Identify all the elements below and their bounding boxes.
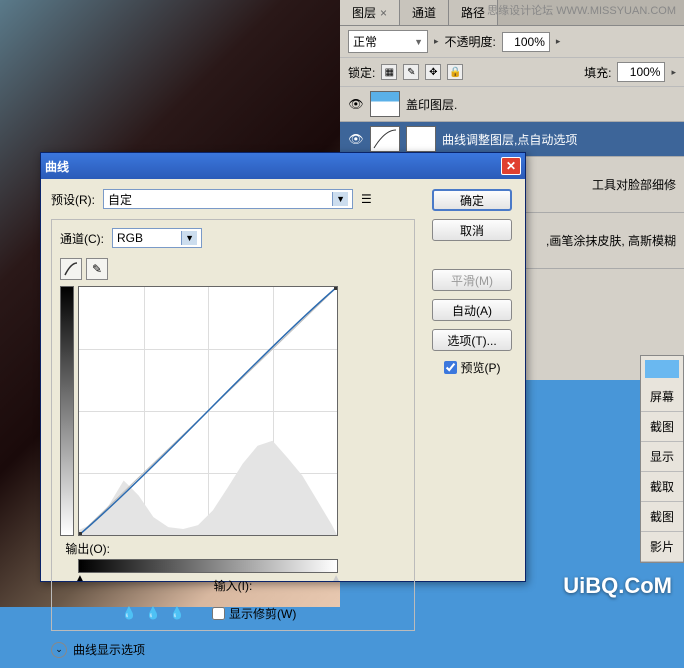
- lock-row: 锁定: ▦ ✎ ✥ 🔒 填充: 100% ▸: [340, 58, 684, 87]
- menu-swatch: [645, 360, 679, 378]
- tab-channels[interactable]: 通道: [400, 0, 449, 25]
- adjustment-thumb: [370, 126, 400, 152]
- layer-name: 盖印图层.: [406, 96, 457, 113]
- black-point-slider[interactable]: ▲: [75, 573, 85, 584]
- tab-close-icon[interactable]: ×: [380, 6, 387, 20]
- smooth-button: 平滑(M): [432, 269, 512, 291]
- output-label: 输出(O):: [60, 540, 110, 557]
- tab-layers[interactable]: 图层×: [340, 0, 400, 25]
- cancel-button[interactable]: 取消: [432, 219, 512, 241]
- fill-label: 填充:: [584, 64, 611, 81]
- layer-name: 曲线调整图层,点自动选项: [442, 131, 577, 148]
- lock-transparency-icon[interactable]: ▦: [381, 64, 397, 80]
- menu-item[interactable]: 显示: [641, 442, 683, 472]
- menu-item[interactable]: 截图: [641, 502, 683, 532]
- mask-thumb: [406, 126, 436, 152]
- dialog-titlebar[interactable]: 曲线 ✕: [41, 153, 525, 179]
- show-clipping-checkbox[interactable]: 显示修剪(W): [212, 605, 296, 622]
- ok-button[interactable]: 确定: [432, 189, 512, 211]
- blend-row: 正常▼ ▸ 不透明度: 100% ▸: [340, 26, 684, 58]
- layer-name-partial: 工具对脸部细修: [592, 176, 676, 193]
- close-icon[interactable]: ✕: [501, 157, 521, 175]
- fill-flyout-icon[interactable]: ▸: [671, 67, 676, 78]
- curve-pencil-tool-icon[interactable]: ✎: [86, 258, 108, 280]
- curve-graph[interactable]: [78, 286, 338, 536]
- menu-item[interactable]: 屏幕: [641, 382, 683, 412]
- lock-brush-icon[interactable]: ✎: [403, 64, 419, 80]
- preset-select[interactable]: 自定▼: [103, 189, 353, 209]
- curve-display-options-toggle[interactable]: ⌄ 曲线显示选项: [51, 641, 415, 658]
- layer-name-partial: ,画笔涂抹皮肤, 高斯模糊: [546, 232, 676, 249]
- menu-item[interactable]: 截图: [641, 412, 683, 442]
- visibility-icon[interactable]: 👁: [348, 131, 364, 147]
- blend-flyout-icon[interactable]: ▸: [434, 36, 439, 47]
- opacity-flyout-icon[interactable]: ▸: [556, 36, 561, 47]
- fill-value[interactable]: 100%: [617, 62, 665, 82]
- preset-menu-icon[interactable]: ☰: [361, 192, 372, 206]
- chevron-down-icon: ⌄: [51, 642, 67, 658]
- side-context-menu: 屏幕 截图 显示 截取 截图 影片: [640, 355, 684, 563]
- logo-watermark: UiBQ.CoM: [563, 573, 672, 599]
- menu-item[interactable]: 截取: [641, 472, 683, 502]
- layer-row[interactable]: 👁 盖印图层.: [340, 87, 684, 122]
- panel-tabs: 图层× 通道 路径 思缘设计论坛 WWW.MISSYUAN.COM: [340, 0, 684, 26]
- dialog-title: 曲线: [45, 158, 69, 175]
- lock-all-icon[interactable]: 🔒: [447, 64, 463, 80]
- curves-dialog: 曲线 ✕ 预设(R): 自定▼ ☰ 通道(C): RGB▼ ✎: [40, 152, 526, 582]
- opacity-label: 不透明度:: [445, 33, 496, 50]
- channel-select[interactable]: RGB▼: [112, 228, 202, 248]
- watermark-text: 思缘设计论坛 WWW.MISSYUAN.COM: [487, 2, 676, 18]
- opacity-value[interactable]: 100%: [502, 32, 550, 52]
- layer-thumb: [370, 91, 400, 117]
- white-point-slider[interactable]: ▲: [331, 573, 341, 584]
- input-gradient: ▲ ▲: [78, 559, 338, 573]
- preview-checkbox[interactable]: 预览(P): [444, 359, 501, 376]
- lock-label: 锁定:: [348, 64, 375, 81]
- auto-button[interactable]: 自动(A): [432, 299, 512, 321]
- preset-label: 预设(R):: [51, 191, 95, 208]
- lock-move-icon[interactable]: ✥: [425, 64, 441, 80]
- input-label: 输入(I):: [60, 577, 406, 594]
- curve-group: 通道(C): RGB▼ ✎: [51, 219, 415, 631]
- curve-point-tool-icon[interactable]: [60, 258, 82, 280]
- visibility-icon[interactable]: 👁: [348, 96, 364, 112]
- menu-item[interactable]: 影片: [641, 532, 683, 562]
- blend-mode-select[interactable]: 正常▼: [348, 30, 428, 53]
- output-gradient: [60, 286, 74, 536]
- channel-label: 通道(C):: [60, 230, 104, 247]
- options-button[interactable]: 选项(T)...: [432, 329, 512, 351]
- preset-row: 预设(R): 自定▼ ☰: [51, 189, 415, 209]
- curve-line: [79, 287, 337, 535]
